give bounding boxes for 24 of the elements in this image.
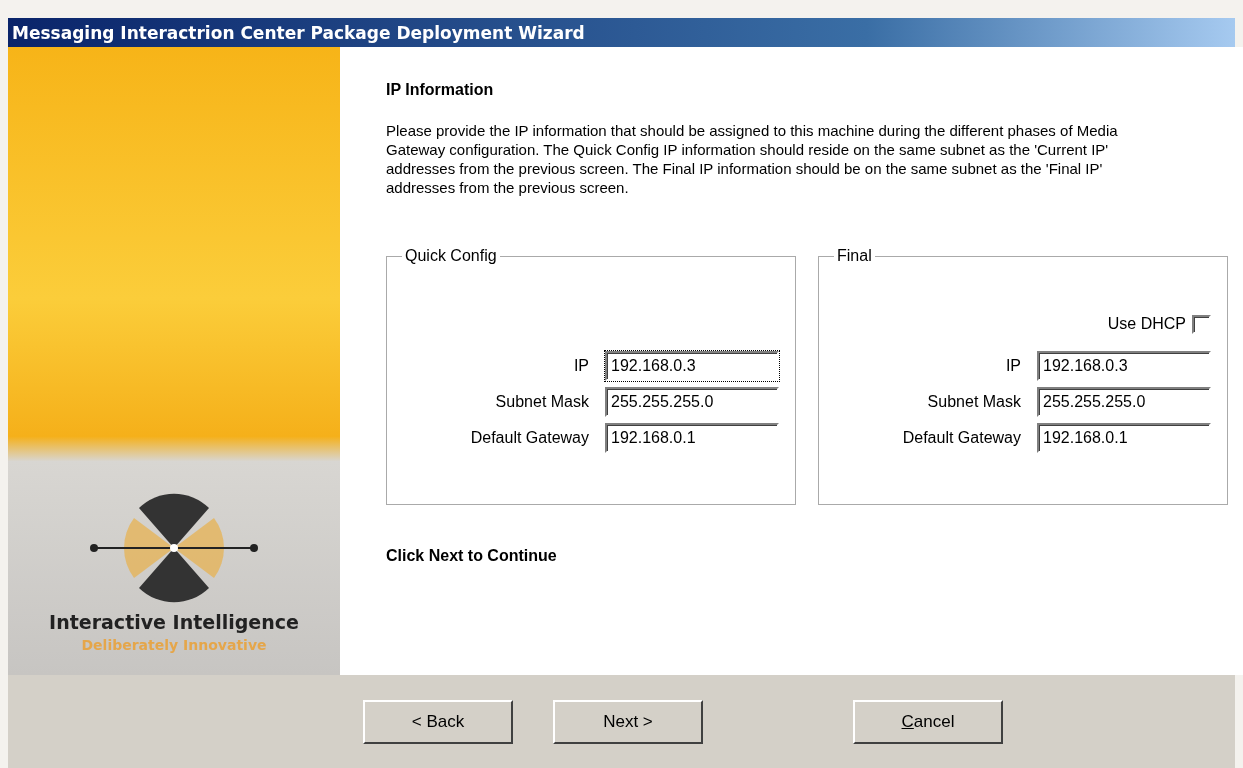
input-field[interactable]: 192.168.0.3	[605, 351, 779, 381]
window-title: Messaging Interactrion Center Package Deployment Wizard	[8, 18, 1235, 47]
group-title: Final	[836, 247, 873, 265]
field-label: Subnet Mask	[927, 393, 1021, 411]
nav-button[interactable]: Next >	[553, 699, 703, 744]
nav-button[interactable]: < Back	[363, 699, 513, 744]
input-field[interactable]: 255.255.255.0	[605, 387, 779, 417]
field-label: IP	[1005, 357, 1021, 375]
input-field[interactable]: 192.168.0.3	[1037, 351, 1211, 381]
brand-tagline: Deliberately Innovative	[81, 637, 267, 653]
page-heading: IP Information	[386, 81, 495, 99]
field-label: Subnet Mask	[495, 393, 589, 411]
cancel-button[interactable]: Cancel	[853, 699, 1003, 744]
input-field[interactable]: 255.255.255.0	[1037, 387, 1211, 417]
input-field[interactable]: 192.168.0.1	[1037, 423, 1211, 453]
field-label: Default Gateway	[902, 429, 1021, 447]
description-text: Please provide the IP information that should be assigned to this machine during the different phases of Media Gateway configuration. The Quick Config IP information should reside on the same subnet as the 'Current IP' addresses from the previous screen. The Final IP information should be on the same subnet as the 'Final IP' addresses from the previous screen.	[386, 121, 1119, 197]
group-title: Quick Config	[404, 247, 498, 265]
field-label: Default Gateway	[470, 429, 589, 447]
input-field[interactable]: 192.168.0.1	[605, 423, 779, 453]
brand-name: Interactive Intelligence	[49, 611, 299, 633]
checkbox-label: Use DHCP	[1107, 315, 1186, 333]
field-label: IP	[573, 357, 589, 375]
footer-note: Click Next to Continue	[386, 547, 558, 565]
